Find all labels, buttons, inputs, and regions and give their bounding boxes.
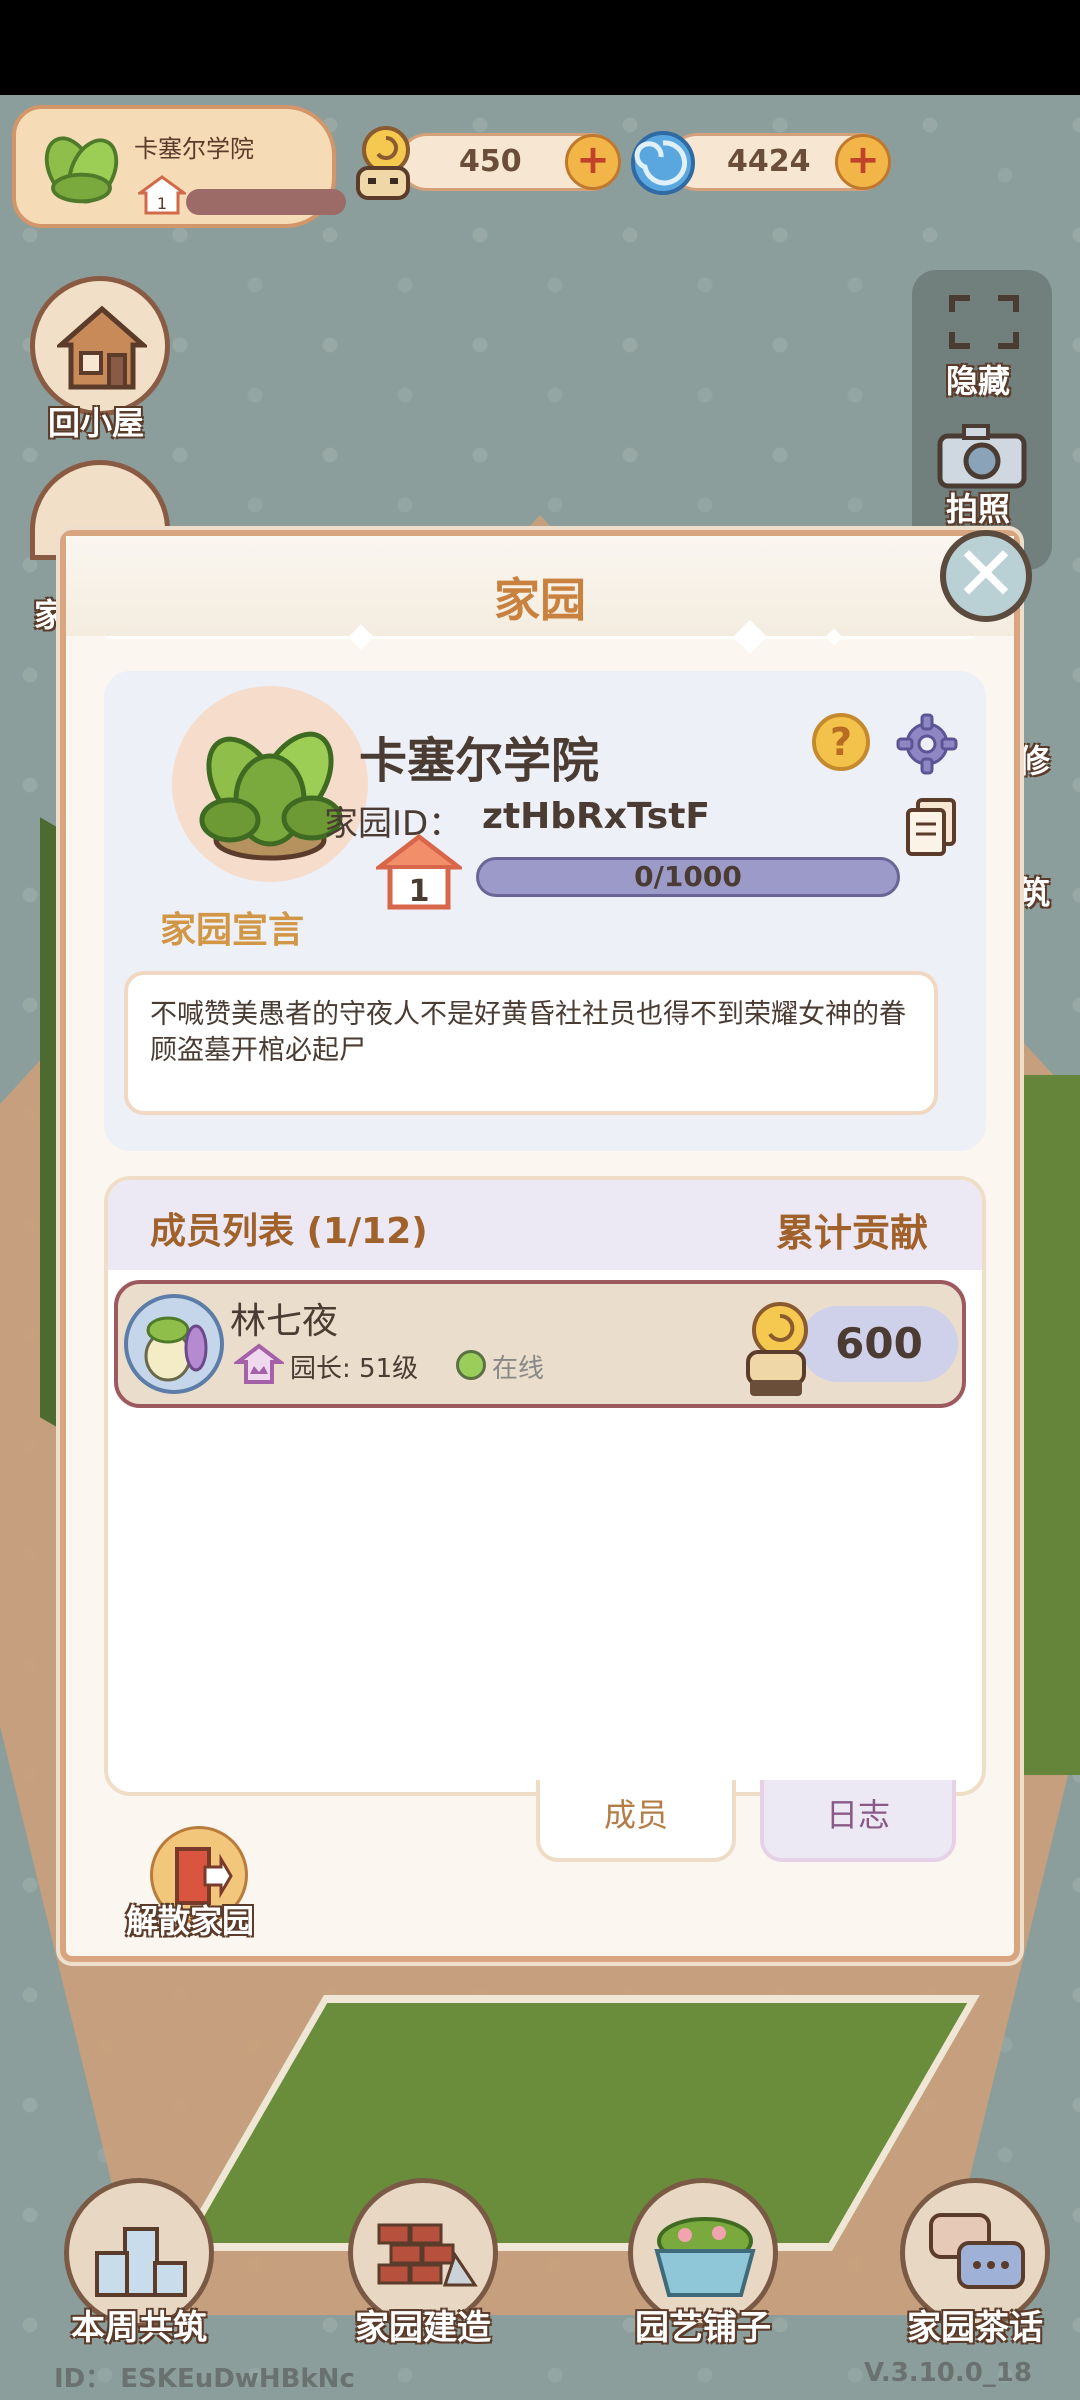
snail-add-button[interactable]: + — [565, 134, 621, 190]
header-divider — [106, 636, 974, 639]
gear-icon[interactable] — [896, 713, 958, 775]
garden-name: 卡塞尔学院 — [359, 733, 600, 789]
garden-dialog: 家园 卡塞尔学院 家园ID： ztHbRxTstF ? 1 0/1000 家园宣… — [60, 530, 1020, 1962]
house-level-icon: 1 — [138, 175, 186, 215]
snail-contribution-icon — [746, 1302, 808, 1396]
house-icon — [57, 305, 147, 390]
close-button[interactable]: ✕ — [940, 530, 1032, 622]
copy-icon[interactable] — [904, 796, 958, 856]
nav-shop-label[interactable]: 园艺铺子 — [593, 2300, 813, 2349]
swirl-add-button[interactable]: + — [835, 134, 891, 190]
swirl-currency-icon — [631, 131, 695, 195]
garden-level-text: 1 — [409, 874, 430, 909]
declaration-text[interactable]: 不喊赞美愚者的守夜人不是好黄昏社社员也得不到荣耀女神的眷顾盗墓开棺必起尸 — [124, 971, 938, 1115]
contribution-header: 累计贡献 — [775, 1211, 928, 1255]
home-button[interactable] — [30, 276, 170, 416]
version-label: V.3.10.0_18 — [864, 2358, 1032, 2388]
avatar — [124, 1294, 224, 1394]
side-edge-label-3: 筑 — [1018, 874, 1051, 912]
garden-info-card: 卡塞尔学院 家园ID： ztHbRxTstF ? 1 0/1000 家园宣言 不… — [104, 671, 986, 1151]
members-title: 成员列表 (1/12) — [150, 1211, 428, 1252]
side-edge-label-2: 修 — [1018, 742, 1051, 780]
disband-label[interactable]: 解散家园 — [126, 1896, 254, 1942]
leaf-icon — [44, 136, 119, 204]
swirl-currency-bar: 4424 + — [668, 133, 891, 191]
members-header: 成员列表 (1/12) 累计贡献 — [108, 1180, 982, 1270]
hide-button-label[interactable]: 隐藏 — [946, 356, 1010, 402]
garden-name-label: 卡塞尔学院 — [134, 135, 254, 163]
garden-id-value: ztHbRxTstF — [482, 796, 711, 837]
nav-weekly-label[interactable]: 本周共筑 — [29, 2300, 249, 2349]
member-row[interactable]: 林七夜 园长: 51级 在线 600 — [114, 1280, 966, 1408]
crown-icon — [234, 1343, 284, 1384]
member-avatar-icon — [144, 1316, 208, 1382]
swirl-currency-value: 4424 — [727, 144, 811, 179]
garden-exp-bar — [186, 189, 346, 215]
help-icon[interactable]: ? — [812, 713, 870, 771]
camera-icon[interactable] — [934, 420, 1030, 492]
garden-profile-badge[interactable]: 卡塞尔学院 1 — [12, 105, 346, 228]
fullscreen-icon[interactable] — [944, 290, 1024, 354]
garden-progress-bar: 0/1000 — [476, 857, 900, 897]
snail-currency-bar: 450 + — [398, 133, 621, 191]
player-id: ID： ESKEuDwHBkNc — [54, 2364, 355, 2394]
online-status-icon — [456, 1350, 486, 1380]
members-panel: 成员列表 (1/12) 累计贡献 林七夜 园长: 51级 在线 600 — [104, 1176, 986, 1796]
dialog-header: 家园 — [66, 536, 1014, 654]
snail-currency-icon — [356, 126, 410, 200]
declaration-label: 家园宣言 — [160, 910, 305, 951]
podium-icon — [95, 2227, 187, 2297]
divider-diamond — [825, 628, 843, 646]
nav-chat-label[interactable]: 家园茶话 — [865, 2300, 1080, 2349]
member-role: 园长: 51级 — [290, 1354, 419, 1384]
house-level-icon: 1 — [376, 833, 462, 910]
home-button-label[interactable]: 回小屋 — [48, 398, 144, 444]
photo-button-label[interactable]: 拍照 — [946, 484, 1010, 530]
tab-members[interactable]: 成员 — [536, 1780, 736, 1862]
tab-log[interactable]: 日志 — [760, 1780, 956, 1862]
dialog-title: 家园 — [494, 573, 586, 627]
snail-currency-value: 450 — [459, 144, 522, 179]
nav-build-label[interactable]: 家园建造 — [313, 2300, 533, 2349]
member-status: 在线 — [492, 1354, 545, 1384]
hud-level-text: 1 — [157, 194, 167, 213]
bricks-icon — [377, 2223, 478, 2287]
flower-basket-icon — [654, 2217, 756, 2297]
garden-avatar — [172, 686, 368, 882]
chat-bubbles-icon — [929, 2213, 1025, 2289]
member-name: 林七夜 — [230, 1301, 339, 1342]
member-contribution: 600 — [800, 1306, 958, 1382]
